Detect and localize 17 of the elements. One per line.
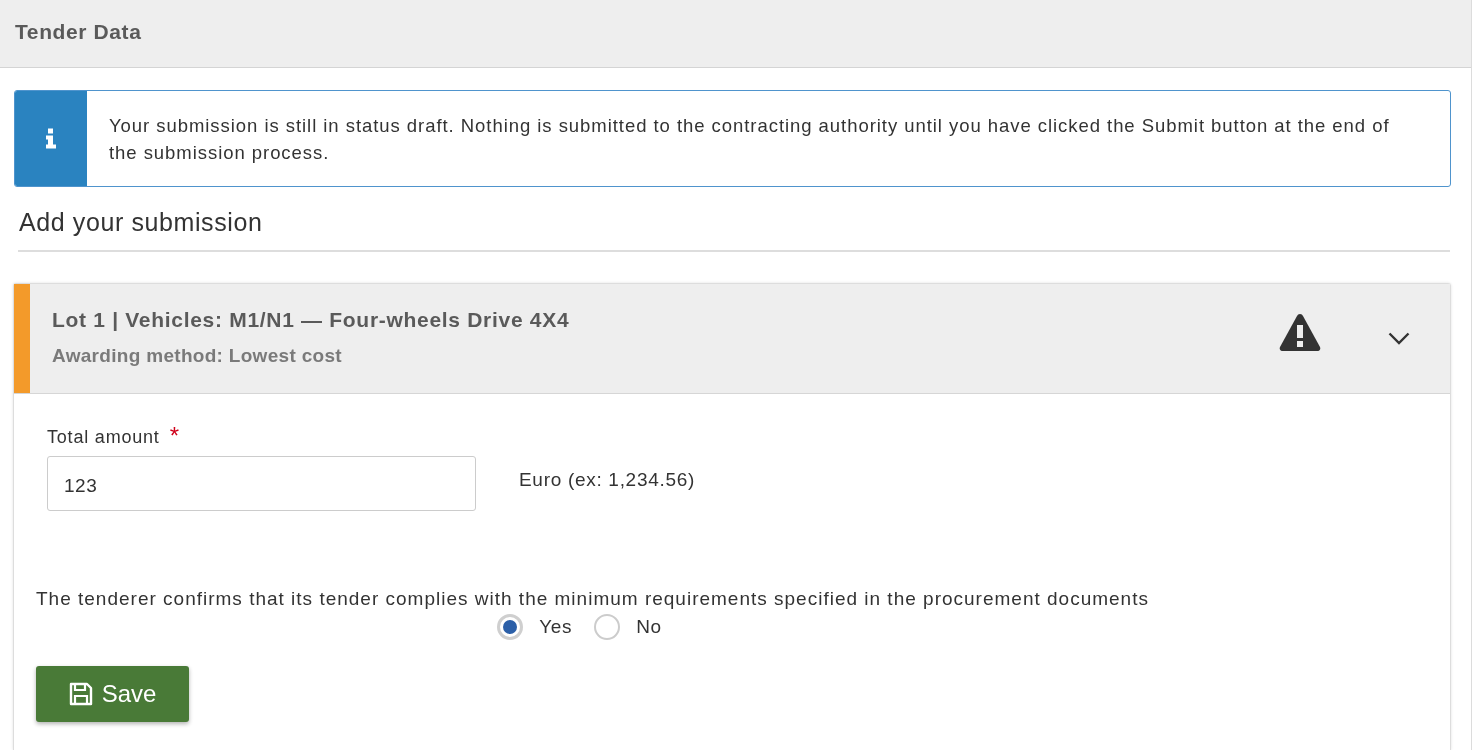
lot-subtitle: Awarding method: Lowest cost [52, 344, 343, 368]
lot-title: Lot 1 | Vehicles: M1/N1 — Four-wheels Drive 4X4 [52, 307, 571, 333]
confirmation-question: The tenderer confirms that its tender complies with the minimum requirements specified in the procurement documents [36, 587, 1149, 611]
info-message: Your submission is still in status draft. Nothing is submitted to the contracting authority until you have clicked the Submit button at the end of the submission process. [108, 113, 1391, 165]
radio-button[interactable] [594, 614, 621, 640]
radio-label[interactable]: No [636, 614, 662, 640]
radio-button[interactable] [497, 614, 524, 640]
chevron-down-icon[interactable] [1388, 332, 1410, 345]
save-button[interactable]: Save [36, 666, 189, 722]
unit-hint: Euro (ex: 1,234.56) [519, 468, 695, 492]
required-mark: * [169, 426, 179, 446]
info-icon [46, 128, 56, 149]
page-title: Tender Data [15, 19, 142, 44]
field-label: Total amount [47, 426, 160, 448]
radio-label[interactable]: Yes [539, 614, 573, 640]
section-heading: Add your submission [19, 207, 263, 237]
amount-input[interactable]: 123 [47, 456, 476, 511]
